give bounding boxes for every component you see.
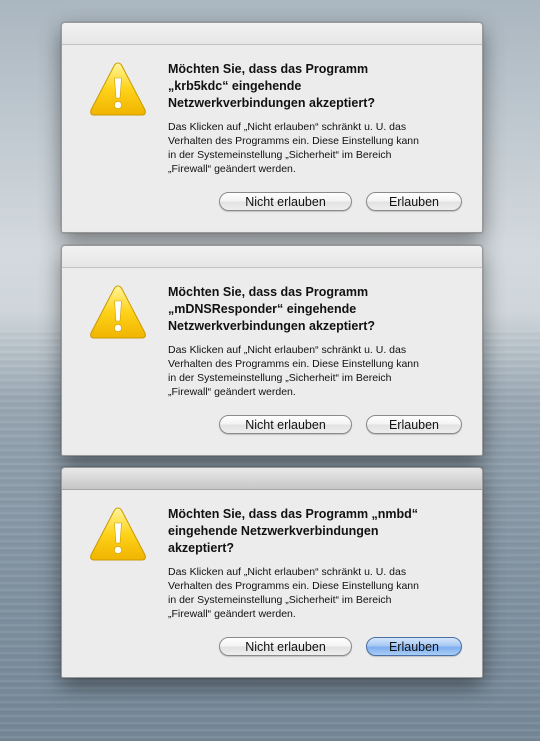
firewall-dialog-krb5kdc: Möchten Sie, dass das Programm „krb5kdc“… [61, 22, 483, 233]
dialog-titlebar[interactable] [62, 468, 482, 490]
dialog-title: Möchten Sie, dass das Programm „mDNSResp… [168, 285, 375, 333]
warning-icon [88, 505, 148, 563]
dialog-message: Das Klicken auf „Nicht erlauben“ schränk… [168, 121, 419, 175]
dialog-title: Möchten Sie, dass das Programm „nmbd“ ei… [168, 507, 419, 555]
dialog-titlebar[interactable] [62, 23, 482, 45]
firewall-dialog-mdnsresponder: Möchten Sie, dass das Programm „mDNSResp… [61, 245, 483, 456]
dialog-message: Das Klicken auf „Nicht erlauben“ schränk… [168, 566, 419, 620]
allow-button-default[interactable]: Erlauben [366, 637, 462, 656]
warning-icon [88, 283, 148, 341]
deny-button[interactable]: Nicht erlauben [219, 192, 352, 211]
allow-button[interactable]: Erlauben [366, 415, 462, 434]
deny-button[interactable]: Nicht erlauben [219, 415, 352, 434]
dialog-titlebar[interactable] [62, 246, 482, 268]
dialog-message: Das Klicken auf „Nicht erlauben“ schränk… [168, 344, 419, 398]
deny-button[interactable]: Nicht erlauben [219, 637, 352, 656]
allow-button[interactable]: Erlauben [366, 192, 462, 211]
firewall-dialog-nmbd: Möchten Sie, dass das Programm „nmbd“ ei… [61, 467, 483, 678]
warning-icon [88, 60, 148, 118]
dialog-title: Möchten Sie, dass das Programm „krb5kdc“… [168, 62, 375, 110]
